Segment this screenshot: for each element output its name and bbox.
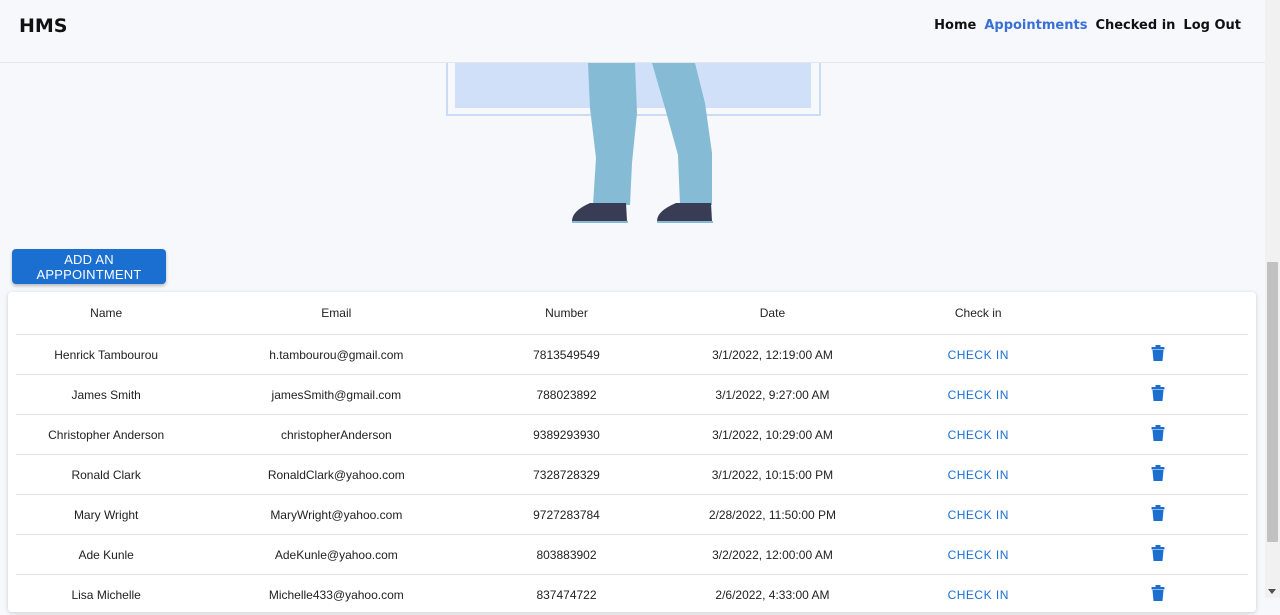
cell-check-in: CHECK IN bbox=[888, 454, 1069, 495]
header-date: Date bbox=[656, 292, 889, 335]
table-row: Christopher Anderson christopherAnderson 9… bbox=[16, 414, 1248, 455]
table-row: Henrick Tambourou h.tambourou@gmail.com 78… bbox=[16, 334, 1248, 375]
table-header-row: Name Email Number Date Check in bbox=[16, 292, 1248, 335]
cell-date: 2/6/2022, 4:33:00 AM bbox=[656, 574, 889, 615]
trash-icon[interactable] bbox=[1151, 585, 1165, 604]
scrollbar-thumb[interactable] bbox=[1267, 262, 1278, 542]
main-nav: Home Appointments Checked in Log Out bbox=[934, 18, 1241, 33]
cell-email: h.tambourou@gmail.com bbox=[196, 334, 477, 375]
cell-email: jamesSmith@gmail.com bbox=[196, 374, 477, 415]
cell-date: 3/1/2022, 12:19:00 AM bbox=[656, 334, 889, 375]
brand-logo[interactable]: HMS bbox=[19, 15, 68, 37]
cell-name: Christopher Anderson bbox=[16, 414, 197, 455]
nav-log-out[interactable]: Log Out bbox=[1183, 18, 1241, 33]
page-scrollbar[interactable] bbox=[1265, 0, 1280, 598]
cell-number: 9727283784 bbox=[476, 494, 657, 535]
trash-icon[interactable] bbox=[1151, 505, 1165, 524]
cell-date: 3/1/2022, 10:29:00 AM bbox=[656, 414, 889, 455]
trash-icon[interactable] bbox=[1151, 545, 1165, 564]
cell-date: 3/1/2022, 9:27:00 AM bbox=[656, 374, 889, 415]
cell-actions bbox=[1068, 414, 1248, 455]
trash-icon[interactable] bbox=[1151, 385, 1165, 404]
trash-icon[interactable] bbox=[1151, 345, 1165, 364]
scroll-down-arrow-icon[interactable] bbox=[1268, 589, 1276, 594]
cell-actions bbox=[1068, 574, 1248, 615]
cell-actions bbox=[1068, 334, 1248, 375]
header-name: Name bbox=[16, 292, 197, 335]
check-in-button[interactable]: CHECK IN bbox=[948, 428, 1009, 442]
cell-name: Ade Kunle bbox=[16, 534, 197, 575]
check-in-button[interactable]: CHECK IN bbox=[948, 588, 1009, 602]
cell-number: 7328728329 bbox=[476, 454, 657, 495]
cell-check-in: CHECK IN bbox=[888, 374, 1069, 415]
header-number: Number bbox=[476, 292, 657, 335]
table-row: James Smith jamesSmith@gmail.com 788023892… bbox=[16, 374, 1248, 415]
cell-check-in: CHECK IN bbox=[888, 574, 1069, 615]
table-body: Henrick Tambourou h.tambourou@gmail.com 78… bbox=[16, 334, 1248, 615]
cell-email: christopherAnderson bbox=[196, 414, 477, 455]
appointments-table: Name Email Number Date Check in Henrick … bbox=[16, 292, 1248, 615]
cell-actions bbox=[1068, 494, 1248, 535]
cell-actions bbox=[1068, 534, 1248, 575]
cell-name: Lisa Michelle bbox=[16, 574, 197, 615]
cell-check-in: CHECK IN bbox=[888, 534, 1069, 575]
cell-number: 9389293930 bbox=[476, 414, 657, 455]
cell-actions bbox=[1068, 374, 1248, 415]
cell-name: Ronald Clark bbox=[16, 454, 197, 495]
table-row: Ronald Clark RonaldClark@yahoo.com 7328728… bbox=[16, 454, 1248, 495]
trash-icon[interactable] bbox=[1151, 465, 1165, 484]
check-in-button[interactable]: CHECK IN bbox=[948, 468, 1009, 482]
table-row: Lisa Michelle Michelle433@yahoo.com 837474… bbox=[16, 574, 1248, 615]
table-row: Ade Kunle AdeKunle@yahoo.com 803883902 3/2/… bbox=[16, 534, 1248, 575]
cell-check-in: CHECK IN bbox=[888, 494, 1069, 535]
check-in-button[interactable]: CHECK IN bbox=[948, 508, 1009, 522]
hero-illustration bbox=[446, 63, 821, 223]
cell-number: 803883902 bbox=[476, 534, 657, 575]
cell-email: Michelle433@yahoo.com bbox=[196, 574, 477, 615]
header-actions bbox=[1068, 292, 1248, 335]
header-email: Email bbox=[196, 292, 477, 335]
nav-home[interactable]: Home bbox=[934, 18, 976, 33]
cell-email: RonaldClark@yahoo.com bbox=[196, 454, 477, 495]
cell-date: 3/2/2022, 12:00:00 AM bbox=[656, 534, 889, 575]
cell-actions bbox=[1068, 454, 1248, 495]
cell-date: 3/1/2022, 10:15:00 PM bbox=[656, 454, 889, 495]
cell-number: 7813549549 bbox=[476, 334, 657, 375]
cell-name: James Smith bbox=[16, 374, 197, 415]
cell-number: 837474722 bbox=[476, 574, 657, 615]
trash-icon[interactable] bbox=[1151, 425, 1165, 444]
cell-email: AdeKunle@yahoo.com bbox=[196, 534, 477, 575]
cell-name: Mary Wright bbox=[16, 494, 197, 535]
cell-check-in: CHECK IN bbox=[888, 414, 1069, 455]
check-in-button[interactable]: CHECK IN bbox=[948, 348, 1009, 362]
nav-checked-in[interactable]: Checked in bbox=[1095, 18, 1175, 33]
table-row: Mary Wright MaryWright@yahoo.com 972728378… bbox=[16, 494, 1248, 535]
cell-number: 788023892 bbox=[476, 374, 657, 415]
top-navbar: HMS Home Appointments Checked in Log Out bbox=[0, 0, 1265, 63]
cell-email: MaryWright@yahoo.com bbox=[196, 494, 477, 535]
check-in-button[interactable]: CHECK IN bbox=[948, 548, 1009, 562]
nav-appointments[interactable]: Appointments bbox=[984, 18, 1087, 33]
check-in-button[interactable]: CHECK IN bbox=[948, 388, 1009, 402]
cell-name: Henrick Tambourou bbox=[16, 334, 197, 375]
appointments-table-card: Name Email Number Date Check in Henrick … bbox=[8, 292, 1256, 615]
cell-check-in: CHECK IN bbox=[888, 334, 1069, 375]
cell-date: 2/28/2022, 11:50:00 PM bbox=[656, 494, 889, 535]
add-appointment-button[interactable]: ADD AN APPPOINTMENT bbox=[12, 249, 166, 284]
header-check-in: Check in bbox=[888, 292, 1069, 335]
